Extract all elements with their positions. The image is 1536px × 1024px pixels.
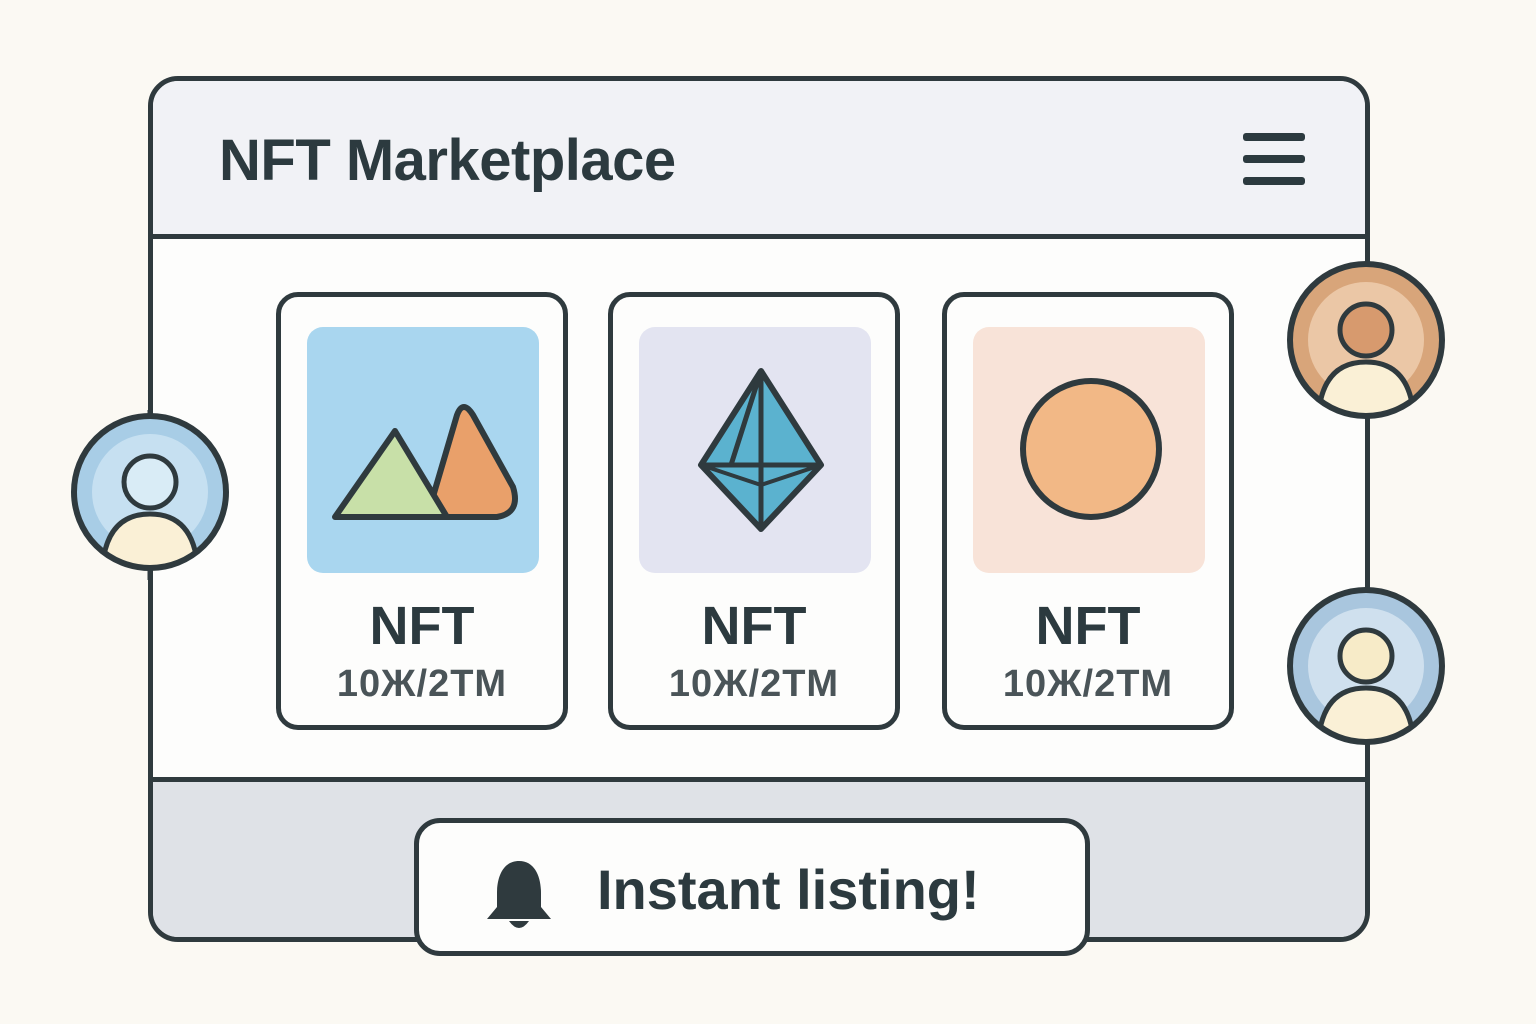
user-icon bbox=[1287, 261, 1445, 419]
user-avatar-top-right[interactable] bbox=[1284, 258, 1448, 422]
nft-price: 10Ж/2TM bbox=[668, 663, 840, 705]
orange-circle-icon bbox=[1020, 378, 1162, 520]
user-icon bbox=[1287, 587, 1445, 745]
nft-name: NFT bbox=[369, 596, 475, 656]
nft-card-2[interactable]: NFT 10Ж/2TM bbox=[608, 292, 900, 730]
page-title: NFT Marketplace bbox=[219, 128, 676, 193]
nft-name: NFT bbox=[701, 596, 807, 656]
nft-thumbnail bbox=[973, 327, 1205, 573]
nft-price: 10Ж/2TM bbox=[336, 663, 508, 705]
hamburger-menu-icon[interactable] bbox=[1243, 127, 1309, 193]
nft-price: 10Ж/2TM bbox=[1002, 663, 1174, 705]
user-icon bbox=[71, 413, 229, 571]
nft-card-3[interactable]: NFT 10Ж/2TM bbox=[942, 292, 1234, 730]
ethereum-crystal-icon bbox=[698, 368, 824, 532]
header-bar: NFT Marketplace bbox=[153, 81, 1365, 239]
nft-thumbnail bbox=[639, 327, 871, 573]
notification-text: Instant listing! bbox=[597, 858, 980, 921]
nft-name: NFT bbox=[1035, 596, 1141, 656]
nft-card-1[interactable]: NFT 10Ж/2TM bbox=[276, 292, 568, 730]
bell-icon bbox=[487, 861, 551, 928]
instant-listing-notification[interactable]: Instant listing! bbox=[414, 818, 1090, 956]
user-avatar-bottom-right[interactable] bbox=[1284, 584, 1448, 748]
nft-thumbnail bbox=[307, 327, 539, 573]
user-avatar-left[interactable] bbox=[68, 410, 232, 574]
mountains-icon bbox=[332, 404, 518, 520]
